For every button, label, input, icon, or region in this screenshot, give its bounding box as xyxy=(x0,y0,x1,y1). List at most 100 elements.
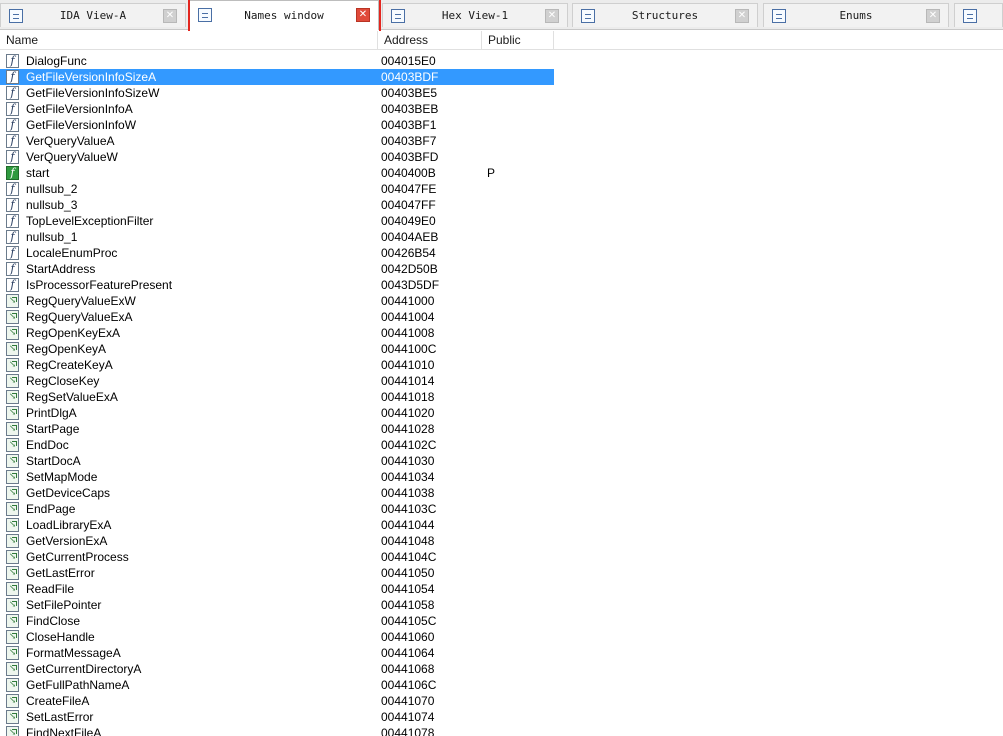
row-name: GetCurrentProcess xyxy=(26,550,129,564)
function-icon: f xyxy=(6,70,19,84)
row-name: SetMapMode xyxy=(26,470,98,484)
row-name: EndPage xyxy=(26,502,76,516)
row-address: 00441018 xyxy=(381,390,435,404)
tab-hex-view-1[interactable]: Hex View-1 ✕ xyxy=(382,3,568,27)
names-list: f DialogFunc 004015E0 f GetFileVersionInfoSi… xyxy=(0,53,554,736)
row-address: 00441028 xyxy=(381,422,435,436)
table-row[interactable]: ↘ RegSetValueExA 00441018 xyxy=(0,389,554,405)
table-row[interactable]: ↘ CloseHandle 00441060 xyxy=(0,629,554,645)
tab-overflow[interactable] xyxy=(954,3,1003,27)
row-name: GetFileVersionInfoW xyxy=(26,118,137,132)
tab-label: Names window xyxy=(244,9,324,22)
row-name: SetFilePointer xyxy=(26,598,102,612)
table-row[interactable]: ↘ RegOpenKeyA 0044100C xyxy=(0,341,554,357)
table-row[interactable]: f GetFileVersionInfoSizeW 00403BE5 xyxy=(0,85,554,101)
table-row[interactable]: ↘ GetFullPathNameA 0044106C xyxy=(0,677,554,693)
table-row[interactable]: f VerQueryValueW 00403BFD xyxy=(0,149,554,165)
import-icon: ↘ xyxy=(6,694,19,708)
table-row[interactable]: ↘ RegCreateKeyA 00441010 xyxy=(0,357,554,373)
table-row[interactable]: ↘ FormatMessageA 00441064 xyxy=(0,645,554,661)
close-icon[interactable]: ✕ xyxy=(163,9,177,23)
row-address: 00441014 xyxy=(381,374,435,388)
row-address: 00441074 xyxy=(381,710,435,724)
function-icon: f xyxy=(6,86,19,100)
row-address: 0042D50B xyxy=(381,262,438,276)
import-icon: ↘ xyxy=(6,422,19,436)
row-name: LocaleEnumProc xyxy=(26,246,118,260)
row-address: 00441078 xyxy=(381,726,435,736)
table-row[interactable]: ↘ StartPage 00441028 xyxy=(0,421,554,437)
column-header-name[interactable]: Name xyxy=(0,31,378,50)
row-name: DialogFunc xyxy=(26,54,87,68)
column-header-public[interactable]: Public xyxy=(482,31,554,50)
row-name: StartAddress xyxy=(26,262,96,276)
function-icon: f xyxy=(6,198,19,212)
table-row[interactable]: f GetFileVersionInfoA 00403BEB xyxy=(0,101,554,117)
table-row[interactable]: ↘ GetDeviceCaps 00441038 xyxy=(0,485,554,501)
table-row[interactable]: f VerQueryValueA 00403BF7 xyxy=(0,133,554,149)
tab-enums[interactable]: Enums ✕ xyxy=(763,3,949,27)
import-icon: ↘ xyxy=(6,566,19,580)
row-address: 00403BE5 xyxy=(381,86,438,100)
table-row[interactable]: f nullsub_1 00404AEB xyxy=(0,229,554,245)
table-row[interactable]: ↘ GetCurrentDirectoryA 00441068 xyxy=(0,661,554,677)
structures-icon xyxy=(581,9,595,23)
tab-structures[interactable]: Structures ✕ xyxy=(572,3,758,27)
table-row[interactable]: f DialogFunc 004015E0 xyxy=(0,53,554,69)
import-icon: ↘ xyxy=(6,406,19,420)
table-row[interactable]: ↘ FindClose 0044105C xyxy=(0,613,554,629)
table-row[interactable]: f GetFileVersionInfoSizeA 00403BDF xyxy=(0,69,554,85)
table-row[interactable]: ↘ SetFilePointer 00441058 xyxy=(0,597,554,613)
table-row[interactable]: ↘ RegOpenKeyExA 00441008 xyxy=(0,325,554,341)
table-row[interactable]: f TopLevelExceptionFilter 004049E0 xyxy=(0,213,554,229)
table-row[interactable]: ↘ StartDocA 00441030 xyxy=(0,453,554,469)
close-icon[interactable]: ✕ xyxy=(545,9,559,23)
row-name: VerQueryValueA xyxy=(26,134,115,148)
row-address: 00403BF7 xyxy=(381,134,437,148)
row-name: EndDoc xyxy=(26,438,69,452)
table-row[interactable]: ↘ LoadLibraryExA 00441044 xyxy=(0,517,554,533)
function-icon: f xyxy=(6,134,19,148)
row-address: 00441010 xyxy=(381,358,435,372)
tab-names-window[interactable]: Names window ✕ xyxy=(189,0,379,30)
row-name: RegCloseKey xyxy=(26,374,100,388)
column-header-address[interactable]: Address xyxy=(378,31,482,50)
table-row[interactable]: ↘ ReadFile 00441054 xyxy=(0,581,554,597)
row-name: GetLastError xyxy=(26,566,95,580)
close-icon[interactable]: ✕ xyxy=(926,9,940,23)
tab-ida-view-a[interactable]: IDA View-A ✕ xyxy=(0,3,186,27)
table-row[interactable]: ↘ FindNextFileA 00441078 xyxy=(0,725,554,736)
table-row[interactable]: ↘ CreateFileA 00441070 xyxy=(0,693,554,709)
table-row[interactable]: ↘ GetLastError 00441050 xyxy=(0,565,554,581)
table-row[interactable]: f nullsub_3 004047FF xyxy=(0,197,554,213)
table-row[interactable]: ↘ PrintDlgA 00441020 xyxy=(0,405,554,421)
table-row[interactable]: ↘ RegCloseKey 00441014 xyxy=(0,373,554,389)
function-icon: f xyxy=(6,246,19,260)
import-icon: ↘ xyxy=(6,614,19,628)
table-row[interactable]: ↘ EndPage 0044103C xyxy=(0,501,554,517)
row-name: GetFileVersionInfoA xyxy=(26,102,133,116)
table-row[interactable]: ↘ RegQueryValueExW 00441000 xyxy=(0,293,554,309)
row-address: 004049E0 xyxy=(381,214,436,228)
close-icon[interactable]: ✕ xyxy=(356,8,370,22)
table-row[interactable]: f IsProcessorFeaturePresent 0043D5DF xyxy=(0,277,554,293)
table-row[interactable]: f StartAddress 0042D50B xyxy=(0,261,554,277)
row-name: FindNextFileA xyxy=(26,726,102,736)
row-name: StartPage xyxy=(26,422,80,436)
table-row[interactable]: ↘ GetCurrentProcess 0044104C xyxy=(0,549,554,565)
table-row[interactable]: f LocaleEnumProc 00426B54 xyxy=(0,245,554,261)
row-address: 0044103C xyxy=(381,502,437,516)
table-row[interactable]: ↘ SetLastError 00441074 xyxy=(0,709,554,725)
table-row[interactable]: ↘ EndDoc 0044102C xyxy=(0,437,554,453)
table-row[interactable]: ↘ RegQueryValueExA 00441004 xyxy=(0,309,554,325)
table-row[interactable]: f GetFileVersionInfoW 00403BF1 xyxy=(0,117,554,133)
row-name: RegOpenKeyA xyxy=(26,342,107,356)
close-icon[interactable]: ✕ xyxy=(735,9,749,23)
table-row[interactable]: ↘ GetVersionExA 00441048 xyxy=(0,533,554,549)
row-name: TopLevelExceptionFilter xyxy=(26,214,154,228)
import-icon: ↘ xyxy=(6,486,19,500)
row-name: start xyxy=(26,166,50,180)
table-row[interactable]: f start 0040400B P xyxy=(0,165,554,181)
table-row[interactable]: f nullsub_2 004047FE xyxy=(0,181,554,197)
table-row[interactable]: ↘ SetMapMode 00441034 xyxy=(0,469,554,485)
